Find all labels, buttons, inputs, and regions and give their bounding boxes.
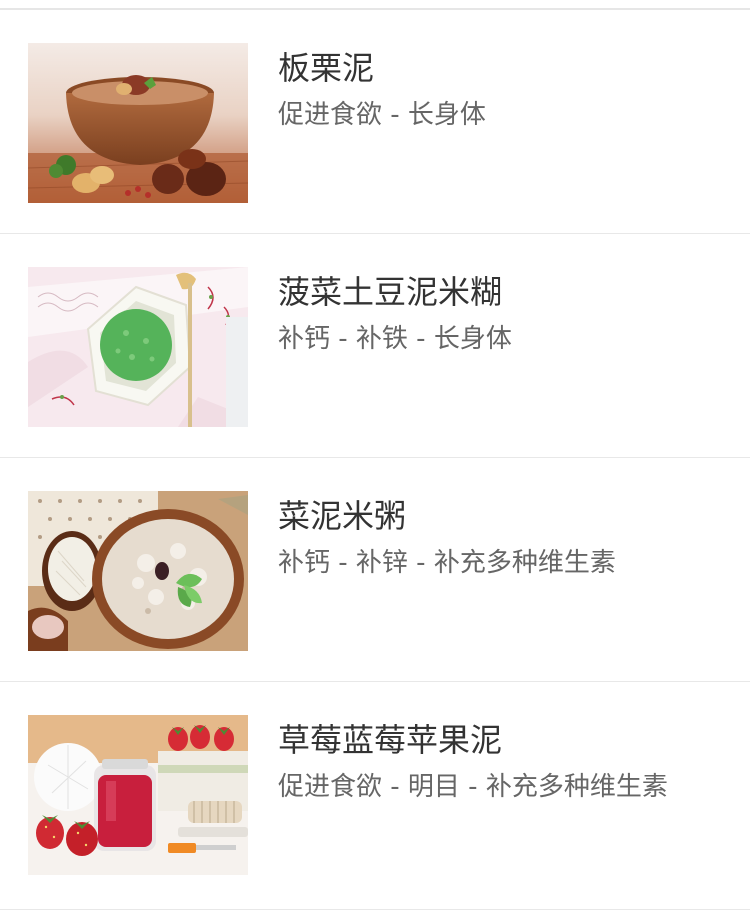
list-item[interactable]: 草莓蓝莓苹果泥 促进食欲 - 明目 - 补充多种维生素 (0, 682, 750, 910)
recipe-tags: 促进食欲 - 长身体 (278, 100, 486, 130)
list-item[interactable]: 板栗泥 促进食欲 - 长身体 (0, 10, 750, 234)
list-item[interactable]: 菠菜土豆泥米糊 补钙 - 补铁 - 长身体 (0, 234, 750, 458)
recipe-thumbnail[interactable] (28, 43, 248, 203)
strawberry-puree-image (28, 715, 248, 875)
recipe-thumbnail[interactable] (28, 491, 248, 651)
recipe-title: 菜泥米粥 (278, 497, 407, 535)
chestnut-puree-image (28, 43, 248, 203)
spinach-paste-image (28, 267, 248, 427)
recipe-tags: 补钙 - 补锌 - 补充多种维生素 (278, 548, 616, 578)
recipe-thumbnail[interactable] (28, 267, 248, 427)
recipe-title: 草莓蓝莓苹果泥 (278, 721, 503, 759)
recipe-tags: 补钙 - 补铁 - 长身体 (278, 324, 512, 354)
recipe-thumbnail[interactable] (28, 715, 248, 875)
recipe-title: 板栗泥 (278, 49, 375, 87)
vegetable-porridge-image (28, 491, 248, 651)
list-item[interactable]: 菜泥米粥 补钙 - 补锌 - 补充多种维生素 (0, 458, 750, 682)
recipe-tags: 促进食欲 - 明目 - 补充多种维生素 (278, 772, 668, 802)
recipe-title: 菠菜土豆泥米糊 (278, 273, 503, 311)
top-divider (0, 0, 750, 10)
recipe-list: 板栗泥 促进食欲 - 长身体 菠菜土豆泥米糊 补钙 - 补铁 - 长身体 菜泥米… (0, 10, 750, 910)
